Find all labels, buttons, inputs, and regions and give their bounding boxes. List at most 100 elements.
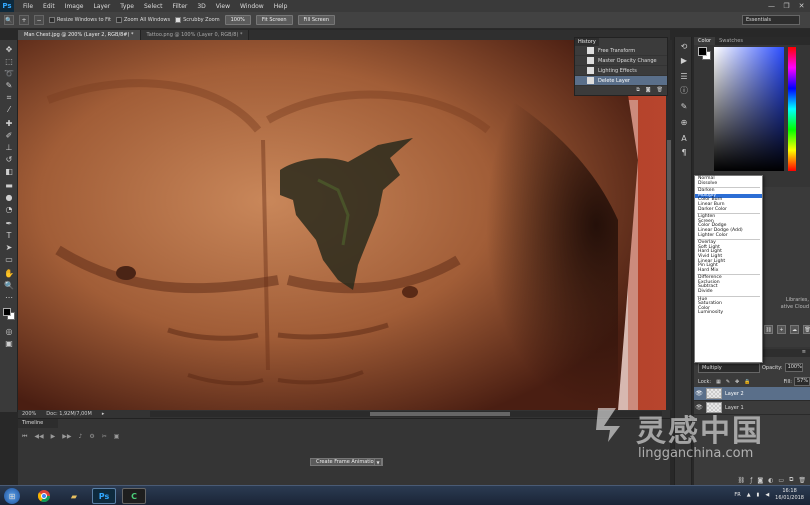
history-item[interactable]: Master Opacity Change — [575, 56, 667, 66]
scroll-thumb[interactable] — [667, 140, 671, 260]
color-picker-field[interactable] — [714, 47, 784, 171]
trash-icon[interactable]: 🗑 — [798, 477, 806, 484]
create-frame-animation-button[interactable]: Create Frame Animation — [310, 458, 383, 466]
language-indicator[interactable]: FR — [734, 492, 740, 498]
zoom-level[interactable]: 200% — [22, 411, 36, 417]
hue-slider[interactable] — [788, 47, 796, 171]
audio-icon[interactable]: ♪ — [79, 433, 83, 441]
dodge-tool-icon[interactable]: ◔ — [3, 204, 15, 215]
eye-icon[interactable]: 👁 — [694, 390, 704, 397]
photoshop-taskbar-icon[interactable]: Ps — [92, 488, 116, 504]
resize-windows-checkbox[interactable]: Resize Windows to Fit — [49, 17, 111, 23]
brush-tool-icon[interactable]: ✐ — [3, 130, 15, 141]
camtasia-icon[interactable]: C — [122, 488, 146, 504]
history-panel-icon[interactable]: ⟲ — [678, 41, 690, 52]
start-button[interactable]: ⊞ — [4, 488, 20, 504]
100-percent-button[interactable]: 100% — [224, 15, 251, 25]
status-arrow-icon[interactable]: ▸ — [102, 411, 105, 417]
chrome-icon[interactable] — [32, 488, 56, 504]
fill-input[interactable]: 57% — [794, 377, 810, 386]
fill-screen-button[interactable]: Fill Screen — [297, 15, 336, 25]
library-add-icon[interactable]: + — [777, 325, 786, 334]
layer-name[interactable]: Layer 1 — [725, 405, 744, 411]
volume-icon[interactable]: ◀ — [765, 492, 769, 498]
history-item[interactable]: Free Transform — [575, 46, 667, 56]
lasso-tool-icon[interactable]: ➰ — [3, 68, 15, 79]
eye-icon[interactable]: 👁 — [694, 404, 704, 411]
layer-name[interactable]: Layer 2 — [725, 391, 744, 397]
link-layers-icon[interactable]: ⛓ — [738, 477, 746, 484]
library-cloud-icon[interactable]: ☁ — [790, 325, 799, 334]
history-title[interactable]: History — [575, 38, 599, 46]
quick-select-tool-icon[interactable]: ✎ — [3, 80, 15, 91]
zoom-tool-icon[interactable]: 🔍 — [4, 15, 14, 25]
tab-swatches[interactable]: Swatches — [715, 37, 747, 45]
opacity-input[interactable]: 100% — [784, 363, 803, 372]
settings-icon[interactable]: ⚙ — [89, 433, 94, 441]
eyedropper-tool-icon[interactable]: ⁄ — [3, 104, 15, 115]
menu-layer[interactable]: Layer — [88, 3, 115, 10]
layer-row[interactable]: 👁 Layer 1 — [694, 401, 810, 415]
menu-view[interactable]: View — [211, 3, 235, 10]
zoom-out-icon[interactable]: − — [34, 15, 44, 25]
edit-toolbar-icon[interactable]: ⋯ — [3, 292, 15, 303]
screen-mode-icon[interactable]: ▣ — [3, 338, 15, 349]
new-layer-icon[interactable]: ⧉ — [789, 476, 793, 484]
play-icon[interactable]: ▶ — [51, 433, 56, 441]
hand-tool-icon[interactable]: ✋ — [3, 268, 15, 279]
menu-image[interactable]: Image — [60, 3, 89, 10]
blend-mode-option[interactable]: Hard Mix — [695, 268, 762, 274]
menu-window[interactable]: Window — [235, 3, 269, 10]
foreground-color-swatch[interactable] — [698, 47, 707, 56]
lock-image-icon[interactable]: ✎ — [726, 379, 730, 385]
menu-file[interactable]: File — [18, 3, 38, 10]
shape-tool-icon[interactable]: ▭ — [3, 254, 15, 265]
eraser-tool-icon[interactable]: ◧ — [3, 166, 15, 177]
next-frame-icon[interactable]: ▶▶ — [62, 433, 71, 441]
history-brush-source[interactable] — [577, 57, 585, 65]
blend-mode-option[interactable]: Darker Color — [695, 207, 762, 213]
chevron-down-icon[interactable]: ▼ — [374, 458, 382, 466]
zoom-in-icon[interactable]: + — [19, 15, 29, 25]
horizontal-scrollbar[interactable] — [150, 411, 662, 417]
blend-mode-option[interactable]: Dissolve — [695, 181, 762, 187]
previous-frame-icon[interactable]: ◀◀ — [34, 433, 43, 441]
history-brush-source[interactable] — [577, 47, 585, 55]
minimize-icon[interactable]: — — [767, 1, 776, 10]
history-item[interactable]: Lighting Effects — [575, 66, 667, 76]
fit-screen-button[interactable]: Fit Screen — [255, 15, 293, 25]
tray-arrow-icon[interactable]: ▲ — [747, 492, 751, 498]
pen-tool-icon[interactable]: ✒ — [3, 218, 15, 229]
library-link-icon[interactable]: ⛓ — [764, 325, 773, 334]
move-tool-icon[interactable]: ✥ — [3, 44, 15, 55]
history-brush-source[interactable] — [577, 67, 585, 75]
blend-mode-option[interactable]: Divide — [695, 289, 762, 295]
healing-brush-tool-icon[interactable]: ✚ — [3, 118, 15, 129]
split-icon[interactable]: ✂ — [102, 433, 107, 441]
zoom-all-windows-checkbox[interactable]: Zoom All Windows — [116, 17, 170, 23]
network-icon[interactable]: ▮ — [757, 492, 760, 498]
actions-panel-icon[interactable]: ▶ — [678, 55, 690, 66]
scroll-thumb[interactable] — [370, 412, 510, 416]
file-explorer-icon[interactable]: ▰ — [62, 488, 86, 504]
quick-mask-icon[interactable]: ◎ — [3, 326, 15, 337]
close-icon[interactable]: ✕ — [797, 1, 806, 10]
menu-3d[interactable]: 3D — [192, 3, 210, 10]
lock-all-icon[interactable]: 🔒 — [744, 379, 750, 385]
history-item-selected[interactable]: Delete Layer — [575, 76, 667, 86]
menu-help[interactable]: Help — [269, 3, 293, 10]
fx-icon[interactable]: ƒ — [750, 477, 752, 484]
brush-panel-icon[interactable]: ✎ — [678, 101, 690, 112]
blur-tool-icon[interactable]: ● — [3, 192, 15, 203]
trash-icon[interactable]: 🗑 — [657, 87, 663, 95]
new-document-from-state-icon[interactable]: ⧉ — [636, 87, 640, 95]
paragraph-panel-icon[interactable]: ¶ — [678, 147, 690, 158]
gradient-tool-icon[interactable]: ▬ — [3, 180, 15, 191]
transition-icon[interactable]: ▣ — [114, 433, 120, 441]
snapshot-icon[interactable]: ◙ — [646, 87, 651, 95]
layer-row-selected[interactable]: 👁 Layer 2 — [694, 387, 810, 401]
properties-panel-icon[interactable]: ☰ — [678, 71, 690, 82]
menu-edit[interactable]: Edit — [38, 3, 60, 10]
blend-mode-select[interactable]: Multiply — [698, 363, 760, 373]
path-select-tool-icon[interactable]: ➤ — [3, 242, 15, 253]
